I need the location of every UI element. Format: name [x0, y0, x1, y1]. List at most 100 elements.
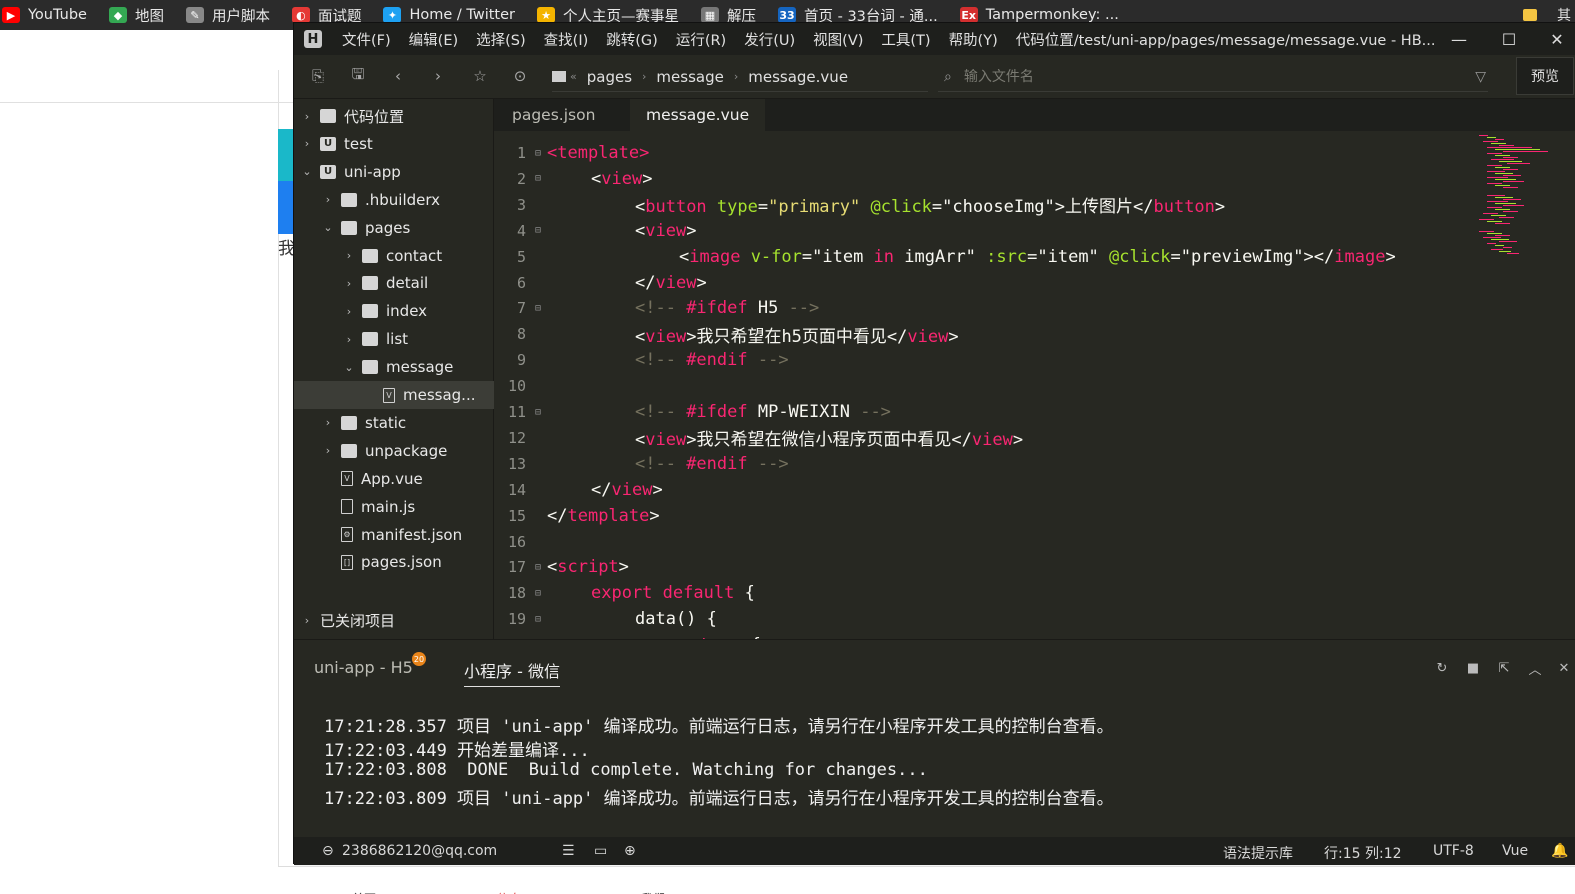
tree-item[interactable]: V App.vue [294, 465, 494, 493]
minimize-button[interactable]: — [1436, 23, 1482, 55]
vue-file-icon: V [341, 471, 353, 487]
bookmark-label: 地图 [134, 8, 164, 25]
bookmark-item[interactable]: ▶ YouTube [2, 5, 87, 26]
tree-item[interactable]: › 代码位置 [294, 102, 494, 130]
code-text: <view>我只希望在微信小程序页面中看见</view> [635, 430, 1024, 451]
breadcrumb-pages[interactable]: pages [587, 68, 632, 86]
bookmark-item[interactable]: ✎ 用户脚本 [185, 5, 270, 26]
fold-icon[interactable]: ⊟ [532, 173, 544, 184]
save-icon[interactable]: 🖫 [348, 65, 368, 86]
menu-item[interactable]: 帮助(Y) [949, 29, 998, 50]
globe-icon[interactable]: ⊕ [624, 843, 636, 859]
tree-item[interactable]: Vmessag... [294, 381, 494, 409]
minimap-line [1503, 169, 1518, 170]
fold-icon[interactable]: ⊟ [532, 407, 544, 418]
maximize-button[interactable]: ☐ [1486, 23, 1532, 55]
search-file-icon: ⌕ [944, 68, 952, 85]
favorite-icon[interactable]: ☆ [470, 66, 490, 86]
line-number: 13 [507, 454, 526, 473]
tree-item[interactable]: › list [294, 325, 494, 353]
fold-icon[interactable]: ⊟ [532, 588, 544, 599]
minimap-line [1491, 249, 1503, 250]
tab-message-vue[interactable]: message.vue [630, 99, 766, 131]
tree-item[interactable]: › contact [294, 242, 494, 270]
tree-item[interactable]: ⌄ pages [294, 214, 494, 242]
line-number: 4 [516, 221, 526, 240]
stop-icon[interactable]: ■ [1465, 660, 1481, 676]
syntax-lib-label[interactable]: 语法提示库 [1223, 843, 1293, 863]
tree-item[interactable]: › .hbuilderx [294, 186, 494, 214]
tree-item-label: test [344, 134, 373, 153]
tree-item[interactable]: ⌄ message [294, 353, 494, 381]
menu-item[interactable]: 文件(F) [342, 29, 391, 50]
outline-icon[interactable]: ☰ [562, 843, 575, 859]
tree-item[interactable]: ⌄ Uuni-app [294, 158, 494, 186]
cursor-position[interactable]: 行:15 列:12 [1324, 843, 1402, 863]
breadcrumb-file[interactable]: message.vue [748, 68, 848, 86]
close-button[interactable]: ✕ [1534, 23, 1575, 55]
file-search-input[interactable] [963, 68, 1444, 85]
tree-item[interactable]: ⚙ manifest.json [294, 521, 494, 549]
menu-item[interactable]: 运行(R) [676, 29, 726, 50]
minimap-line [1495, 223, 1510, 224]
folder-icon [362, 332, 378, 347]
tree-item[interactable]: › index [294, 297, 494, 325]
open-external-icon[interactable]: ⇱ [1496, 660, 1512, 676]
menu-item[interactable]: 跳转(G) [606, 29, 658, 50]
language-label[interactable]: Vue [1502, 843, 1528, 859]
restart-icon[interactable]: ↻ [1434, 660, 1450, 676]
close-console-icon[interactable]: ✕ [1556, 660, 1572, 676]
tree-item[interactable]: main.js [294, 493, 494, 521]
filter-icon[interactable]: ▽ [1475, 69, 1486, 85]
minimap-line [1491, 143, 1506, 144]
forward-icon[interactable]: › [428, 66, 448, 86]
console-tab-weixin[interactable]: 小程序 - 微信 [464, 658, 560, 687]
new-file-icon[interactable]: ⎘ [308, 66, 328, 86]
fold-icon[interactable]: ⊟ [532, 562, 544, 573]
bg-tab-us[interactable]: 我们 [625, 882, 681, 894]
fold-icon[interactable]: ⊟ [532, 614, 544, 625]
code-text: <button type="primary" @click="chooseImg… [635, 197, 1226, 218]
preview-button[interactable]: 预览 [1516, 57, 1574, 95]
log-line: 17:22:03.809 项目 'uni-app' 编译成功。前端运行日志，请另… [324, 789, 1114, 809]
code-line: 14 </view> [494, 477, 1575, 503]
bg-tab-home[interactable]: 首页 [336, 882, 392, 894]
line-number: 7 [516, 299, 526, 318]
back-icon[interactable]: ‹ [388, 66, 408, 86]
menu-item[interactable]: 工具(T) [881, 29, 930, 50]
code-editor[interactable]: 1 ⊟ <template> 2 ⊟ <view> 3 <button type="prima… [494, 131, 1575, 639]
tree-item[interactable]: › Utest [294, 130, 494, 158]
breadcrumb-message[interactable]: message [656, 68, 723, 86]
menu-item[interactable]: 编辑(E) [409, 29, 458, 50]
minimap[interactable] [1479, 131, 1559, 291]
project-icon: U [320, 164, 336, 179]
notification-bell-icon[interactable]: 🔔 [1551, 843, 1568, 859]
log-line: 17:21:28.357 项目 'uni-app' 编译成功。前端运行日志，请另… [324, 717, 1114, 737]
minimap-line [1495, 155, 1510, 156]
tree-item[interactable]: › detail [294, 269, 494, 297]
account-label[interactable]: 2386862120@qq.com [342, 843, 497, 859]
menu-item[interactable]: 选择(S) [476, 29, 526, 50]
tree-item[interactable]: [] pages.json [294, 548, 494, 576]
chevron-right-icon: › [346, 276, 352, 290]
fold-icon[interactable]: ⊟ [532, 303, 544, 314]
bg-tab-info[interactable]: 信息 [481, 882, 537, 894]
fold-icon[interactable]: ⊟ [532, 225, 544, 236]
menu-item[interactable]: 查找(I) [544, 29, 589, 50]
tree-item[interactable]: › static [294, 409, 494, 437]
code-text: <script> [547, 557, 629, 578]
bookmark-item[interactable]: ◆ 地图 [108, 5, 164, 26]
menu-item[interactable]: 发行(U) [744, 29, 795, 50]
menu-item[interactable]: 视图(V) [813, 29, 863, 50]
bookmark-label: Tampermonkey: ... [985, 7, 1119, 23]
closed-projects-item[interactable]: › 已关闭项目 [294, 606, 494, 634]
terminal-icon[interactable]: ▭ [594, 843, 607, 859]
tree-item-label: detail [386, 274, 429, 293]
tab-pages-json[interactable]: pages.json [496, 99, 611, 131]
collapse-icon[interactable]: ︿ [1527, 660, 1543, 678]
console-tab-h5[interactable]: uni-app - H5 [314, 658, 413, 677]
fold-icon[interactable]: ⊟ [532, 148, 544, 159]
run-icon[interactable]: ⊙ [510, 66, 530, 86]
tree-item[interactable]: › unpackage [294, 437, 494, 465]
encoding-label[interactable]: UTF-8 [1433, 843, 1474, 859]
